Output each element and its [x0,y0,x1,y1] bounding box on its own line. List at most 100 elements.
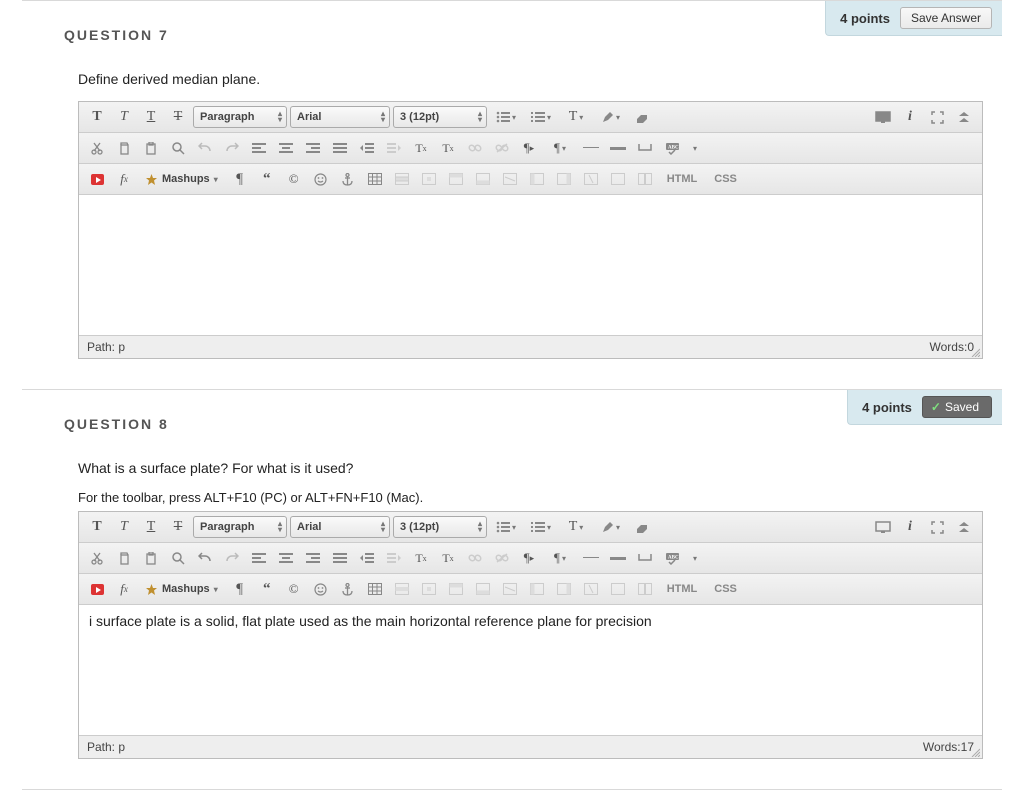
table-row-props-button[interactable] [390,168,414,190]
resize-handle-icon[interactable] [970,347,980,357]
insert-table-button[interactable] [363,168,387,190]
redo-button[interactable] [220,137,244,159]
direction-ltr-button[interactable]: ¶▸ [517,547,541,569]
subscript-button[interactable]: Tx [436,137,460,159]
math-editor-button[interactable]: fx [112,578,136,600]
paragraph-format-select[interactable]: Paragraph▴▾ [193,106,287,128]
copy-button[interactable] [112,137,136,159]
spellcheck-button[interactable]: ABC [660,137,684,159]
preview-button[interactable] [871,106,895,128]
insert-col-after-button[interactable] [552,168,576,190]
horizontal-rule-thin-button[interactable] [579,137,603,159]
delete-row-button[interactable] [498,578,522,600]
redo-button[interactable] [220,547,244,569]
font-family-select[interactable]: Arial▴▾ [290,516,390,538]
horizontal-rule-thick-button[interactable] [606,137,630,159]
emoticons-button[interactable] [309,168,333,190]
css-button[interactable]: CSS [707,578,744,600]
align-center-button[interactable] [274,137,298,159]
spellcheck-dropdown[interactable]: ▾ [687,547,701,569]
delete-col-button[interactable] [579,578,603,600]
delete-row-button[interactable] [498,168,522,190]
editor-content-area[interactable] [79,195,982,335]
strikethrough-button[interactable]: T [166,516,190,538]
css-button[interactable]: CSS [707,168,744,190]
find-button[interactable] [166,137,190,159]
undo-button[interactable] [193,137,217,159]
align-right-button[interactable] [301,547,325,569]
align-left-button[interactable] [247,137,271,159]
table-row-props-button[interactable] [390,578,414,600]
editor-content-area[interactable]: i surface plate is a solid, flat plate u… [79,605,982,735]
insert-col-after-button[interactable] [552,578,576,600]
bullet-list-button[interactable]: ▾ [490,516,522,538]
record-video-button[interactable] [85,168,109,190]
font-size-select[interactable]: 3 (12pt)▴▾ [393,106,487,128]
numbered-list-button[interactable]: ▾ [525,516,557,538]
text-color-button[interactable]: T▾ [560,106,592,128]
help-button[interactable]: i [898,106,922,128]
align-left-button[interactable] [247,547,271,569]
bold-button[interactable]: T [85,106,109,128]
math-editor-button[interactable]: fx [112,168,136,190]
direction-rtl-button[interactable]: ¶▾ [544,137,576,159]
html-button[interactable]: HTML [660,168,705,190]
direction-ltr-button[interactable]: ¶▸ [517,137,541,159]
italic-button[interactable]: T [112,106,136,128]
paste-button[interactable] [139,137,163,159]
show-nonprinting-button[interactable]: ¶ [228,168,252,190]
mashups-button[interactable]: Mashups▾ [139,578,225,600]
superscript-button[interactable]: Tx [409,547,433,569]
insert-row-before-button[interactable] [444,168,468,190]
direction-rtl-button[interactable]: ¶▾ [544,547,576,569]
fullscreen-button[interactable] [925,106,949,128]
align-right-button[interactable] [301,137,325,159]
undo-button[interactable] [193,547,217,569]
insert-link-button[interactable] [463,547,487,569]
indent-button[interactable] [382,137,406,159]
insert-table-button[interactable] [363,578,387,600]
help-button[interactable]: i [898,516,922,538]
align-center-button[interactable] [274,547,298,569]
insert-row-after-button[interactable] [471,168,495,190]
highlight-color-button[interactable]: ▾ [595,516,627,538]
symbol-copyright-icon[interactable]: © [282,578,306,600]
indent-button[interactable] [382,547,406,569]
remove-link-button[interactable] [490,137,514,159]
paragraph-format-select[interactable]: Paragraph▴▾ [193,516,287,538]
mashups-button[interactable]: Mashups▾ [139,168,225,190]
table-cell-props-button[interactable] [417,578,441,600]
show-nonprinting-button[interactable]: ¶ [228,578,252,600]
highlight-color-button[interactable]: ▾ [595,106,627,128]
bold-button[interactable]: T [85,516,109,538]
font-family-select[interactable]: Arial▴▾ [290,106,390,128]
clear-formatting-button[interactable] [630,516,654,538]
clear-formatting-button[interactable] [630,106,654,128]
cut-button[interactable] [85,547,109,569]
emoticons-button[interactable] [309,578,333,600]
remove-link-button[interactable] [490,547,514,569]
spellcheck-button[interactable]: ABC [660,547,684,569]
record-video-button[interactable] [85,578,109,600]
cut-button[interactable] [85,137,109,159]
paste-button[interactable] [139,547,163,569]
anchor-button[interactable] [336,578,360,600]
split-cells-button[interactable] [633,578,657,600]
delete-col-button[interactable] [579,168,603,190]
insert-col-before-button[interactable] [525,168,549,190]
horizontal-rule-thick-button[interactable] [606,547,630,569]
fullscreen-button[interactable] [925,516,949,538]
insert-row-before-button[interactable] [444,578,468,600]
align-justify-button[interactable] [328,547,352,569]
merge-cells-button[interactable] [606,168,630,190]
copy-button[interactable] [112,547,136,569]
align-justify-button[interactable] [328,137,352,159]
outdent-button[interactable] [355,547,379,569]
italic-button[interactable]: T [112,516,136,538]
insert-col-before-button[interactable] [525,578,549,600]
split-cells-button[interactable] [633,168,657,190]
underline-button[interactable]: T [139,106,163,128]
merge-cells-button[interactable] [606,578,630,600]
bullet-list-button[interactable]: ▾ [490,106,522,128]
html-button[interactable]: HTML [660,578,705,600]
